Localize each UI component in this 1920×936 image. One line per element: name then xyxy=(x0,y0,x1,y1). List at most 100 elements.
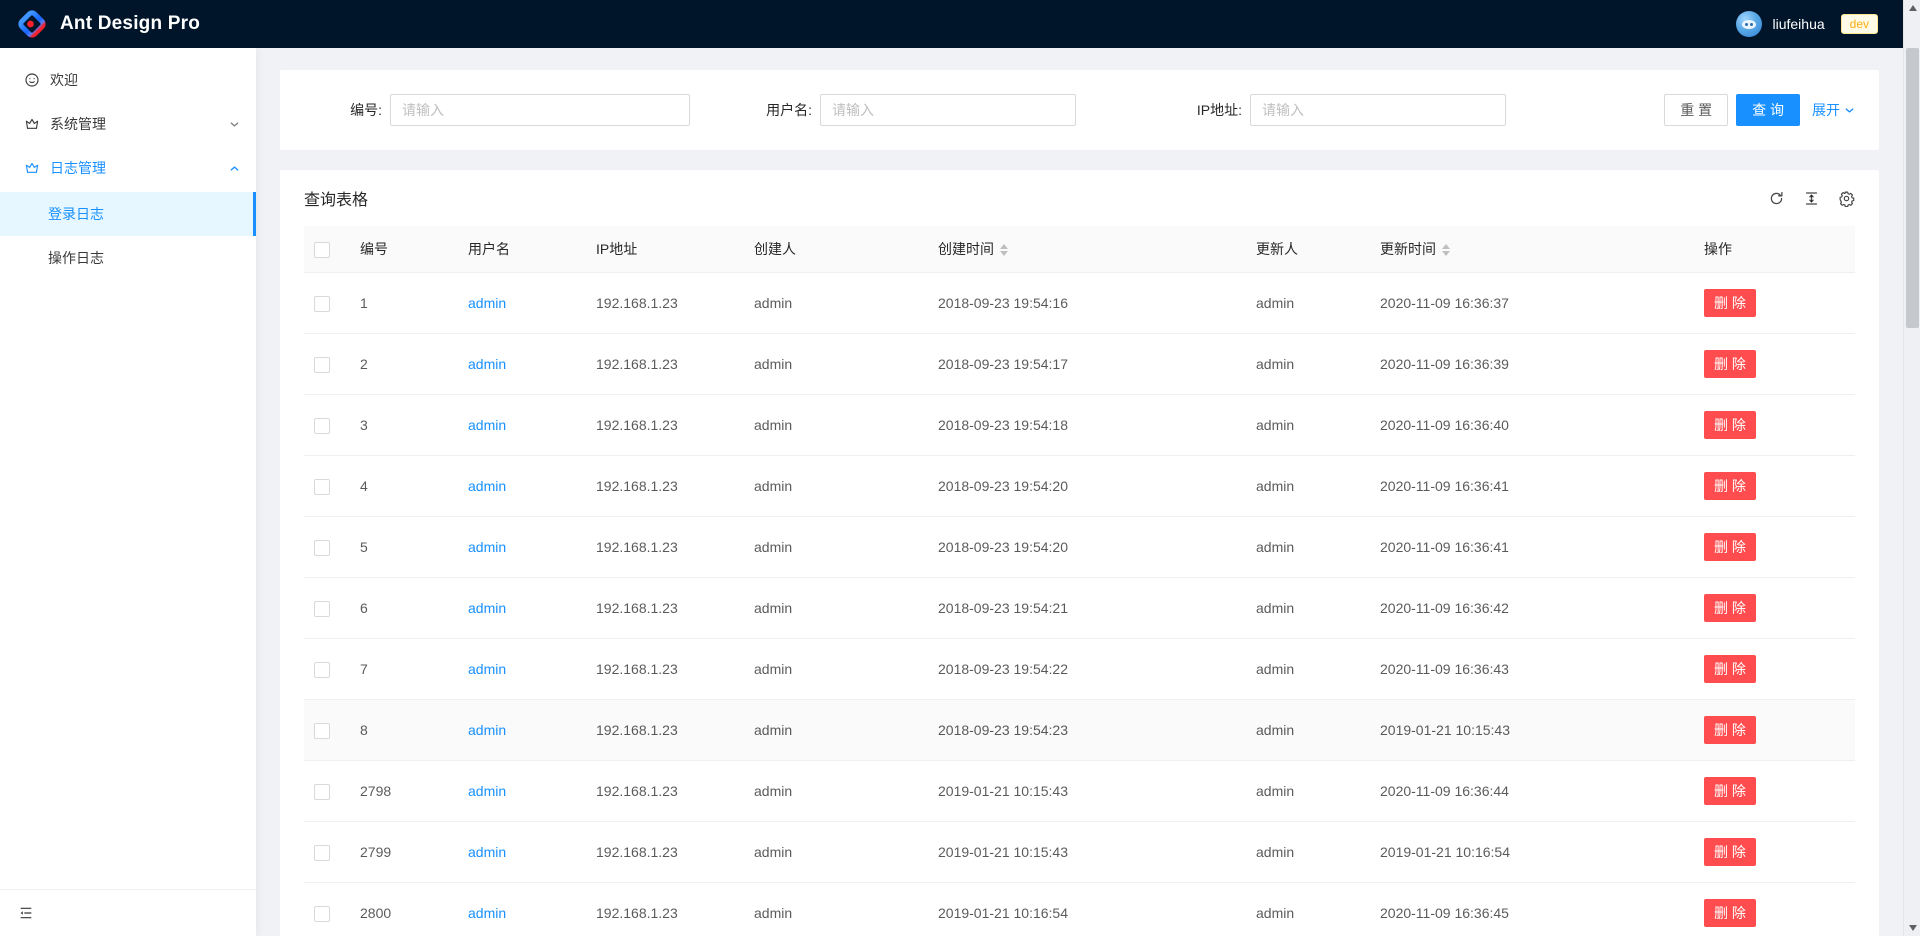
delete-button[interactable]: 删 除 xyxy=(1704,533,1756,561)
row-checkbox[interactable] xyxy=(314,845,330,861)
delete-button[interactable]: 删 除 xyxy=(1704,289,1756,317)
top-header: Ant Design Pro liufeihua dev xyxy=(0,0,1920,48)
column-header-updater: 更新人 xyxy=(1256,226,1380,273)
table-row: 2 admin 192.168.1.23 admin 2018-09-23 19… xyxy=(304,334,1855,395)
scrollbar-thumb[interactable] xyxy=(1906,48,1919,328)
username-link[interactable]: admin xyxy=(468,600,506,616)
reset-button[interactable]: 重 置 xyxy=(1664,94,1728,126)
row-checkbox[interactable] xyxy=(314,906,330,922)
cell-created-time: 2018-09-23 19:54:18 xyxy=(938,395,1256,456)
sidebar-item-welcome[interactable]: 欢迎 xyxy=(0,60,256,100)
username-link[interactable]: admin xyxy=(468,295,506,311)
username-input[interactable] xyxy=(820,94,1076,126)
table-header: 编号 用户名 IP地址 创建人 创建时间 更新人 更新时间 操作 xyxy=(304,226,1855,273)
crown-icon xyxy=(24,160,40,176)
sidebar-item-login-log[interactable]: 登录日志 xyxy=(0,192,256,236)
table-card: 查询表格 xyxy=(280,170,1879,936)
table-row: 8 admin 192.168.1.23 admin 2018-09-23 19… xyxy=(304,700,1855,761)
settings-icon[interactable] xyxy=(1838,190,1855,207)
cell-updater: admin xyxy=(1256,517,1380,578)
row-checkbox[interactable] xyxy=(314,357,330,373)
scrollbar-up-arrow[interactable] xyxy=(1904,0,1920,16)
cell-creator: admin xyxy=(754,456,938,517)
logo[interactable]: Ant Design Pro xyxy=(16,8,200,40)
table-row: 2799 admin 192.168.1.23 admin 2019-01-21… xyxy=(304,822,1855,883)
cell-id: 2 xyxy=(360,334,468,395)
browser-scrollbar[interactable] xyxy=(1903,0,1920,936)
cell-creator: admin xyxy=(754,395,938,456)
delete-button[interactable]: 删 除 xyxy=(1704,411,1756,439)
column-header-id: 编号 xyxy=(360,226,468,273)
username-link[interactable]: admin xyxy=(468,783,506,799)
row-checkbox[interactable] xyxy=(314,418,330,434)
table-toolbar xyxy=(1768,190,1855,207)
app-title: Ant Design Pro xyxy=(60,13,200,35)
username-link[interactable]: admin xyxy=(468,417,506,433)
column-header-updated[interactable]: 更新时间 xyxy=(1380,226,1704,273)
cell-ip: 192.168.1.23 xyxy=(596,456,754,517)
cell-ip: 192.168.1.23 xyxy=(596,700,754,761)
row-checkbox[interactable] xyxy=(314,479,330,495)
table-body: 1 admin 192.168.1.23 admin 2018-09-23 19… xyxy=(304,273,1855,936)
username-link[interactable]: admin xyxy=(468,905,506,921)
sidebar-item-operation-log[interactable]: 操作日志 xyxy=(0,236,256,280)
sort-control[interactable] xyxy=(1000,244,1008,256)
username-link[interactable]: admin xyxy=(468,478,506,494)
cell-updater: admin xyxy=(1256,639,1380,700)
sidebar-item-log-management[interactable]: 日志管理 xyxy=(0,148,256,188)
sidebar-menu: 欢迎 系统管理 日志管理 登录日志 xyxy=(0,48,256,280)
cell-updated-time: 2019-01-21 10:15:43 xyxy=(1380,700,1704,761)
menu-fold-icon[interactable] xyxy=(18,905,34,921)
select-all-checkbox[interactable] xyxy=(314,242,330,258)
delete-button[interactable]: 删 除 xyxy=(1704,594,1756,622)
cell-updater: admin xyxy=(1256,822,1380,883)
cell-created-time: 2018-09-23 19:54:17 xyxy=(938,334,1256,395)
cell-id: 8 xyxy=(360,700,468,761)
query-button[interactable]: 查 询 xyxy=(1736,94,1800,126)
username-link[interactable]: admin xyxy=(468,356,506,372)
cell-creator: admin xyxy=(754,700,938,761)
column-header-created[interactable]: 创建时间 xyxy=(938,226,1256,273)
username-link[interactable]: admin xyxy=(468,722,506,738)
delete-button[interactable]: 删 除 xyxy=(1704,655,1756,683)
sort-caret-up-icon xyxy=(1000,244,1008,249)
sidebar-item-label: 欢迎 xyxy=(50,70,240,90)
row-checkbox[interactable] xyxy=(314,723,330,739)
username-link[interactable]: admin xyxy=(468,539,506,555)
reload-icon[interactable] xyxy=(1768,190,1785,207)
cell-created-time: 2018-09-23 19:54:16 xyxy=(938,273,1256,334)
username-link[interactable]: admin xyxy=(468,661,506,677)
delete-button[interactable]: 删 除 xyxy=(1704,838,1756,866)
id-input[interactable] xyxy=(390,94,690,126)
delete-button[interactable]: 删 除 xyxy=(1704,716,1756,744)
chevron-up-icon xyxy=(229,163,240,174)
sidebar-item-system-management[interactable]: 系统管理 xyxy=(0,104,256,144)
cell-id: 2800 xyxy=(360,883,468,936)
cell-id: 6 xyxy=(360,578,468,639)
cell-creator: admin xyxy=(754,334,938,395)
avatar[interactable] xyxy=(1736,11,1762,37)
row-checkbox[interactable] xyxy=(314,296,330,312)
row-checkbox[interactable] xyxy=(314,540,330,556)
delete-button[interactable]: 删 除 xyxy=(1704,472,1756,500)
ip-input[interactable] xyxy=(1250,94,1506,126)
scrollbar-down-arrow[interactable] xyxy=(1904,920,1920,936)
delete-button[interactable]: 删 除 xyxy=(1704,899,1756,927)
row-checkbox[interactable] xyxy=(314,601,330,617)
cell-updater: admin xyxy=(1256,578,1380,639)
cell-id: 1 xyxy=(360,273,468,334)
username-field-label: 用户名: xyxy=(734,100,812,120)
column-height-icon[interactable] xyxy=(1803,190,1820,207)
delete-button[interactable]: 删 除 xyxy=(1704,777,1756,805)
cell-ip: 192.168.1.23 xyxy=(596,822,754,883)
row-checkbox[interactable] xyxy=(314,784,330,800)
column-header-creator: 创建人 xyxy=(754,226,938,273)
expand-link[interactable]: 展开 xyxy=(1812,100,1855,120)
username-link[interactable]: admin xyxy=(468,844,506,860)
delete-button[interactable]: 删 除 xyxy=(1704,350,1756,378)
row-checkbox[interactable] xyxy=(314,662,330,678)
sort-caret-up-icon xyxy=(1442,244,1450,249)
cell-updated-time: 2019-01-21 10:16:54 xyxy=(1380,822,1704,883)
username[interactable]: liufeihua xyxy=(1772,16,1824,32)
sort-control[interactable] xyxy=(1442,244,1450,256)
